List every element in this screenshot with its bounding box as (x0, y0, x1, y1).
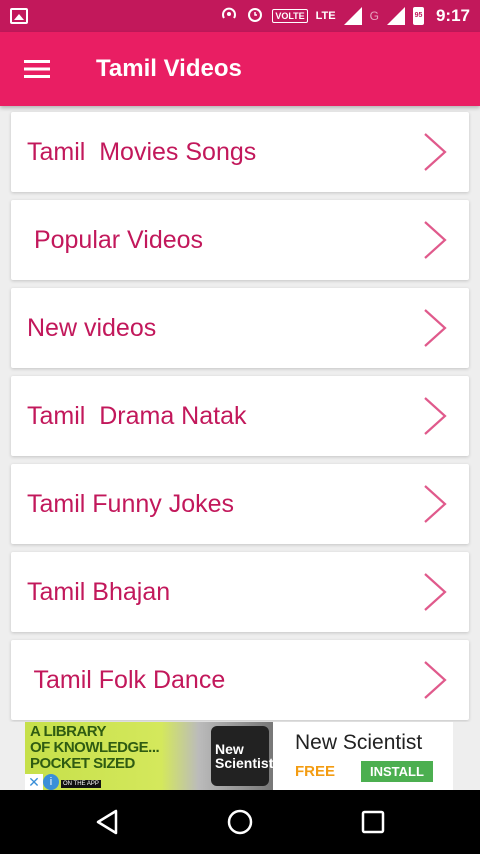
home-icon (227, 809, 253, 835)
list-item-tamil-movies-songs[interactable]: Tamil Movies Songs (11, 112, 469, 192)
ad-install-button[interactable]: INSTALL (361, 760, 433, 782)
home-button[interactable] (210, 792, 270, 852)
list-item-tamil-bhajan[interactable]: Tamil Bhajan (11, 552, 469, 632)
list-item-label: Tamil Funny Jokes (27, 489, 235, 518)
chevron-right-icon (424, 221, 447, 259)
app-bar: Tamil Videos (0, 32, 480, 106)
back-icon (96, 809, 117, 835)
chevron-right-icon (424, 133, 447, 171)
list-item-label: Tamil Movies Songs (27, 137, 257, 166)
chevron-right-icon (424, 573, 447, 611)
list-item-new-videos[interactable]: New videos (11, 288, 469, 368)
ad-free-label: FREE (295, 762, 336, 780)
back-button[interactable] (77, 792, 137, 852)
status-bar: VOLTE LTE G 95 9:17 (0, 0, 480, 32)
list-item-label: New videos (27, 313, 157, 342)
page-title: Tamil Videos (96, 55, 242, 82)
chevron-right-icon (424, 485, 447, 523)
ad-banner[interactable]: A LIBRARY OF KNOWLEDGE... POCKET SIZED N… (25, 722, 453, 790)
list-item-label: Tamil Drama Natak (27, 401, 247, 430)
list-item-label: Tamil Folk Dance (27, 665, 226, 694)
hamburger-menu-button[interactable] (0, 32, 74, 106)
chevron-right-icon (424, 661, 447, 699)
network-g-indicator: G (369, 9, 379, 23)
ad-brand: New Scientist (295, 730, 423, 754)
ad-image: A LIBRARY OF KNOWLEDGE... POCKET SIZED N… (25, 722, 273, 790)
recents-button[interactable] (343, 792, 403, 852)
ad-headline: A LIBRARY OF KNOWLEDGE... POCKET SIZED (30, 723, 160, 772)
signal-icon-2 (386, 7, 405, 25)
chevron-right-icon (424, 397, 447, 435)
list-item-label: Popular Videos (27, 225, 204, 254)
list-item-label: Tamil Bhajan (27, 577, 171, 606)
hotspot-icon (220, 5, 238, 27)
status-time: 9:17 (435, 6, 470, 25)
ad-app-badge: ON THE APP (61, 780, 101, 788)
system-nav-bar (0, 790, 480, 854)
recents-icon (362, 810, 385, 834)
volte-badge: VOLTE (272, 9, 308, 23)
battery-icon: 95 (412, 7, 424, 25)
chevron-right-icon (424, 309, 447, 347)
ad-close-icon[interactable]: ✕ (25, 774, 43, 790)
list-item-tamil-drama-natak[interactable]: Tamil Drama Natak (11, 376, 469, 456)
category-list: Tamil Movies Songs Popular Videos New vi… (0, 106, 480, 722)
list-item-tamil-folk-dance[interactable]: Tamil Folk Dance (11, 640, 469, 720)
list-item-tamil-funny-jokes[interactable]: Tamil Funny Jokes (11, 464, 469, 544)
hamburger-menu-icon (24, 60, 50, 78)
lte-indicator: LTE (315, 10, 336, 22)
alarm-icon (246, 5, 264, 27)
signal-icon (343, 7, 362, 25)
ad-info-icon[interactable]: i (43, 774, 59, 790)
image-notification-icon (10, 8, 28, 24)
ad-logo: New Scientist (211, 726, 273, 786)
list-item-popular-videos[interactable]: Popular Videos (11, 200, 469, 280)
